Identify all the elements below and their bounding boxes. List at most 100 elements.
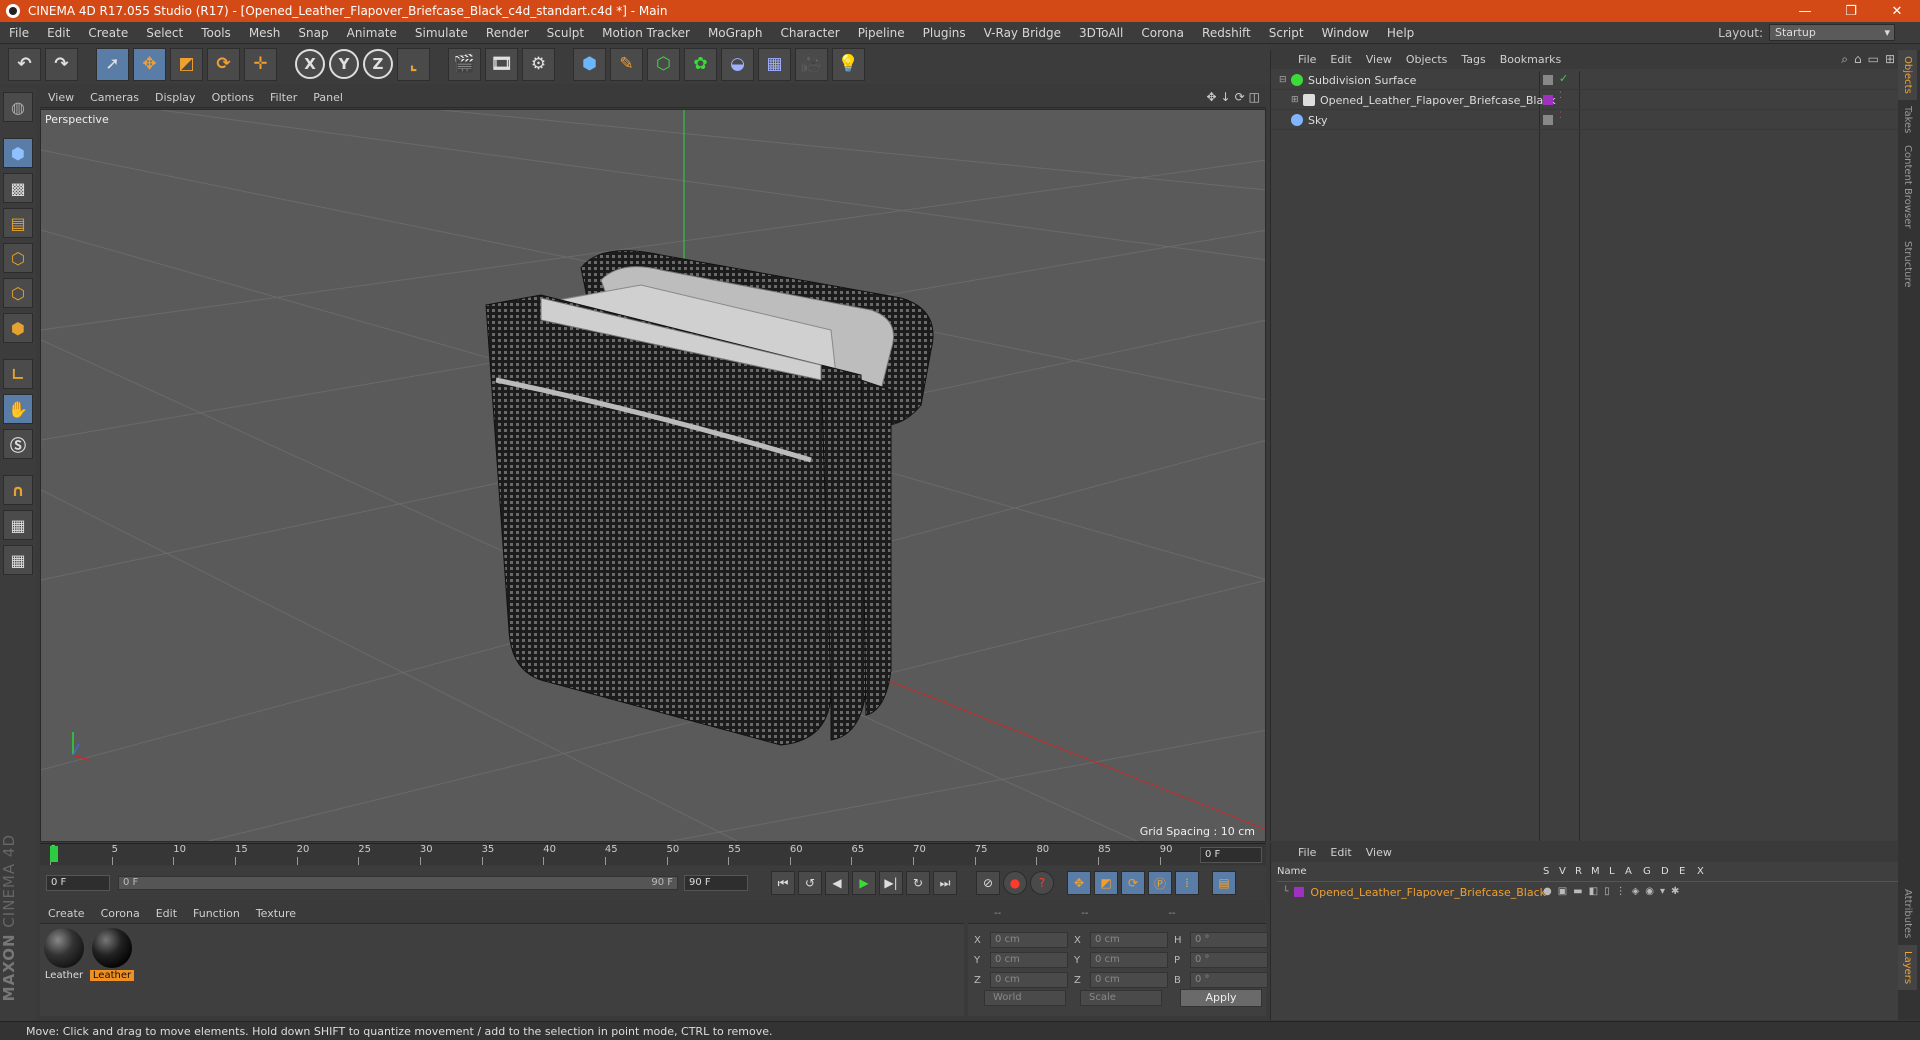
object-row[interactable]: ⊟ Subdivision Surface ✓ (1271, 71, 1899, 90)
dolly-icon[interactable]: ↓ (1221, 90, 1231, 104)
lock-workplane-icon[interactable]: ▦ (3, 510, 33, 540)
menu-sculpt[interactable]: Sculpt (538, 22, 593, 44)
workplane-icon[interactable]: ▤ (3, 208, 33, 238)
key-rotation-icon[interactable]: ⟳ (1121, 871, 1145, 895)
previous-key-icon[interactable]: ↺ (798, 871, 822, 895)
layer-color-tag[interactable] (1543, 95, 1553, 105)
current-frame-field[interactable]: 0 F (1200, 847, 1262, 863)
cube-object-icon[interactable]: ⬢ (573, 47, 606, 81)
light-icon[interactable]: 💡 (832, 47, 865, 81)
objects-menu-file[interactable]: File (1291, 53, 1323, 66)
search-icon[interactable]: ⌕ (1841, 52, 1848, 67)
key-position-icon[interactable]: ✥ (1067, 871, 1091, 895)
tab-structure[interactable]: Structure (1898, 235, 1917, 294)
objects-menu-edit[interactable]: Edit (1323, 53, 1358, 66)
pan-icon[interactable]: ✥ (1206, 90, 1216, 104)
material-swatch[interactable]: Leather (42, 928, 86, 981)
menu-redshift[interactable]: Redshift (1193, 22, 1260, 44)
polygons-mode-icon[interactable]: ⬢ (3, 313, 33, 343)
visibility-dots-icon[interactable]: ⁚ (1559, 111, 1562, 121)
coordinate-space-select[interactable]: World (984, 990, 1066, 1006)
menu-character[interactable]: Character (771, 22, 848, 44)
edges-mode-icon[interactable]: ⬡ (3, 278, 33, 308)
live-selection-icon[interactable]: ➚ (96, 47, 129, 81)
timeline-playhead[interactable] (50, 846, 58, 862)
home-icon[interactable]: ⌂ (1854, 52, 1862, 67)
next-frame-icon[interactable]: ▶| (879, 871, 903, 895)
transform-mode-select[interactable]: Scale (1080, 990, 1162, 1006)
orbit-icon[interactable]: ⟳ (1235, 90, 1245, 104)
menu-help[interactable]: Help (1378, 22, 1423, 44)
points-mode-icon[interactable]: ⬡ (3, 243, 33, 273)
timeline-window-icon[interactable]: ▤ (1212, 871, 1236, 895)
snap-magnet-icon[interactable]: ∩ (3, 475, 33, 505)
previous-frame-icon[interactable]: ◀ (825, 871, 849, 895)
rotation-b-field[interactable]: 0 ° (1190, 972, 1268, 988)
new-view-icon[interactable]: ▭ (1868, 52, 1879, 67)
autokey-icon[interactable]: ? (1030, 871, 1054, 895)
tweak-mode-icon[interactable]: ✋ (3, 394, 33, 424)
end-frame-field[interactable]: 90 F (684, 875, 748, 891)
object-row[interactable]: ⊞ Opened_Leather_Flapover_Briefcase_Blac… (1271, 91, 1899, 110)
undo-icon[interactable]: ↶ (8, 47, 41, 81)
objects-menu-objects[interactable]: Objects (1399, 53, 1455, 66)
rotation-h-field[interactable]: 0 ° (1190, 932, 1268, 948)
layer-color-swatch[interactable] (1294, 887, 1305, 897)
tab-objects[interactable]: Objects (1898, 50, 1917, 100)
go-to-end-icon[interactable]: ⏭ (933, 871, 957, 895)
visibility-dots-icon[interactable]: ⁚ (1559, 91, 1562, 101)
scale-tool-icon[interactable]: ◩ (170, 47, 203, 81)
make-editable-icon[interactable]: ◍ (3, 92, 33, 122)
x-axis-lock-icon[interactable]: X (295, 49, 325, 79)
play-icon[interactable]: ▶ (852, 871, 876, 895)
menu-file[interactable]: File (0, 22, 38, 44)
render-settings-icon[interactable]: ⚙ (522, 47, 555, 81)
menu-mesh[interactable]: Mesh (240, 22, 290, 44)
go-to-start-icon[interactable]: ⏮ (771, 871, 795, 895)
menu-create[interactable]: Create (79, 22, 137, 44)
material-menu-texture[interactable]: Texture (248, 907, 304, 920)
viewport-menu-view[interactable]: View (40, 91, 82, 104)
viewport-menu-display[interactable]: Display (147, 91, 204, 104)
texture-mode-icon[interactable]: ▩ (3, 173, 33, 203)
key-parameter-icon[interactable]: Ⓟ (1148, 871, 1172, 895)
menu-mograph[interactable]: MoGraph (699, 22, 772, 44)
minimize-button[interactable]: — (1782, 0, 1828, 22)
tab-takes[interactable]: Takes (1898, 100, 1917, 139)
3d-viewport[interactable]: Perspective Grid Spacing : 10 cm (40, 109, 1266, 842)
material-swatch-selected[interactable]: Leather (90, 928, 134, 981)
position-y-field[interactable]: 0 cm (990, 952, 1068, 968)
move-tool-icon[interactable]: ✥ (133, 47, 166, 81)
viewport-menu-cameras[interactable]: Cameras (82, 91, 147, 104)
rotate-tool-icon[interactable]: ⟳ (207, 47, 240, 81)
close-button[interactable]: ✕ (1874, 0, 1920, 22)
layers-menu-view[interactable]: View (1359, 846, 1399, 859)
menu-corona[interactable]: Corona (1132, 22, 1193, 44)
menu-3dtoall[interactable]: 3DToAll (1070, 22, 1132, 44)
toggle-layout-icon[interactable]: ◫ (1249, 90, 1260, 104)
viewport-menu-filter[interactable]: Filter (262, 91, 305, 104)
solo-mode-icon[interactable]: Ⓢ (3, 429, 33, 459)
tab-attributes[interactable]: Attributes (1898, 883, 1917, 944)
material-menu-corona[interactable]: Corona (93, 907, 148, 920)
layout-select[interactable]: Startup (1769, 24, 1895, 41)
subdivision-surface-icon[interactable]: ⬡ (647, 47, 680, 81)
y-axis-lock-icon[interactable]: Y (329, 49, 359, 79)
key-pla-icon[interactable]: ⁞ (1175, 871, 1199, 895)
layer-row[interactable]: └ Opened_Leather_Flapover_Briefcase_Blac… (1277, 884, 1679, 900)
key-scale-icon[interactable]: ◩ (1094, 871, 1118, 895)
objects-menu-view[interactable]: View (1359, 53, 1399, 66)
start-frame-field[interactable]: 0 F (46, 875, 110, 891)
expand-icon[interactable]: ⊞ (1885, 52, 1895, 67)
layers-menu-file[interactable]: File (1291, 846, 1323, 859)
menu-script[interactable]: Script (1260, 22, 1313, 44)
render-view-icon[interactable]: 🎬 (448, 47, 481, 81)
layers-menu-edit[interactable]: Edit (1323, 846, 1358, 859)
floor-icon[interactable]: ▦ (758, 47, 791, 81)
menu-snap[interactable]: Snap (289, 22, 337, 44)
edit-toggle-icon[interactable] (1543, 115, 1553, 125)
layer-flag-icons[interactable]: ●▣▬◧▯⋮◈◉▾✱ (1543, 886, 1685, 897)
coordinate-system-icon[interactable]: ⌞ (397, 47, 430, 81)
collapse-icon[interactable]: ⊟ (1279, 75, 1287, 85)
z-axis-lock-icon[interactable]: Z (363, 49, 393, 79)
